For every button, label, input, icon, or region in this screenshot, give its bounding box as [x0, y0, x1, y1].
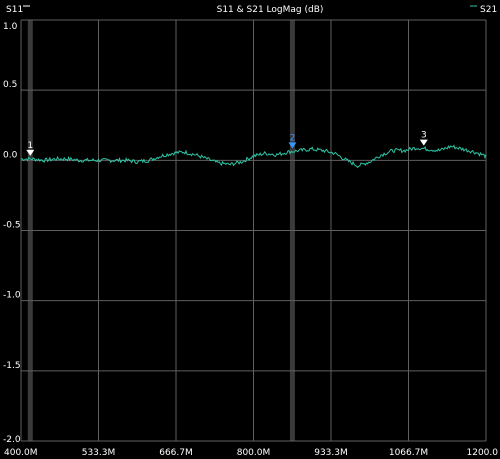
chart-title: S11 & S21 LogMag (dB)	[217, 5, 324, 15]
x-tick-label: 666.7M	[159, 448, 193, 458]
y-tick-label: -1.0	[3, 291, 21, 301]
marker-3-label: 3	[421, 131, 427, 141]
x-tick-label: 800.0M	[237, 448, 271, 458]
grid-layer	[20, 19, 487, 442]
y-tick-label: -0.5	[3, 221, 21, 231]
y-tick-label: 1.0	[3, 22, 18, 32]
x-tick-label: 533.3M	[82, 448, 116, 458]
label-layer: 400.0M 533.3M 666.7M 800.0M 933.3M 1066.7M 120…	[3, 22, 498, 458]
marker-1-label: 1	[27, 141, 33, 151]
logmag-chart: 1 2 3 400.0M 533.3M 666.7M 800.0M 933.3M 1066.7…	[3, 5, 498, 458]
y-tick-label: 0.0	[3, 150, 18, 160]
legend-s11-label: S11	[6, 5, 23, 15]
marker-layer: 1 2 3	[26, 131, 428, 156]
legend-s21-label: S21	[480, 5, 497, 15]
y-tick-label: -2.0	[3, 435, 21, 445]
x-tick-label: 400.0M	[4, 448, 38, 458]
y-tick-label: 0.5	[3, 80, 17, 90]
chart-window: 1 2 3 400.0M 533.3M 666.7M 800.0M 933.3M 1066.7…	[0, 0, 500, 459]
x-tick-label: 1200.0	[467, 448, 499, 458]
marker-2-label: 2	[290, 133, 296, 143]
x-tick-label: 933.3M	[314, 448, 348, 458]
x-tick-label: 1066.7M	[389, 448, 428, 458]
y-tick-label: -1.5	[3, 361, 21, 371]
